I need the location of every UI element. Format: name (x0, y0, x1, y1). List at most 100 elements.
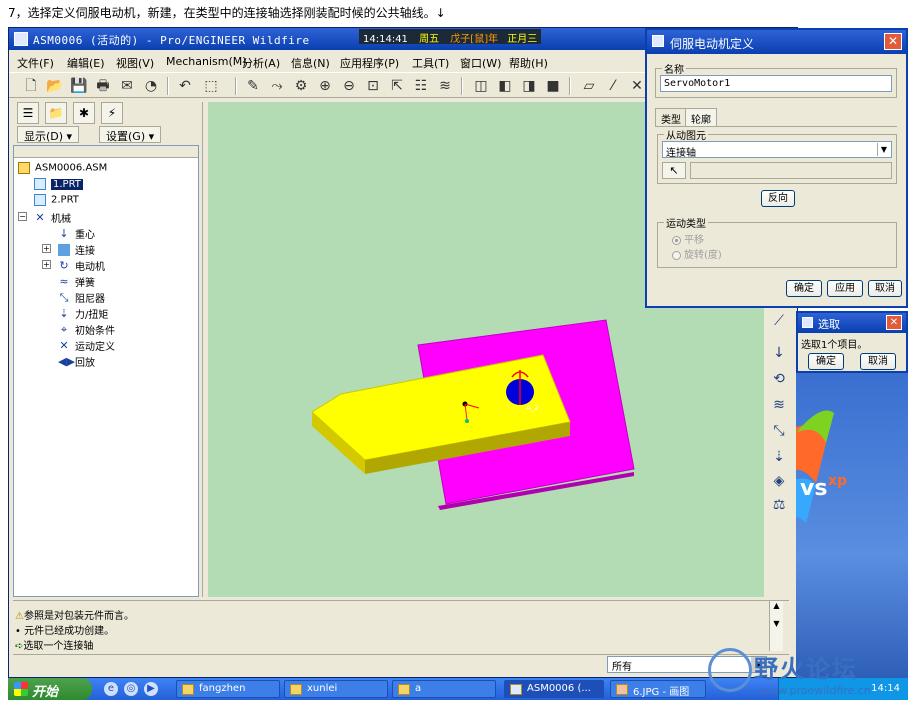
tree-item-center-of-gravity[interactable]: ↓ 重心 (58, 226, 95, 241)
cursor-select-icon[interactable]: ↖ (662, 162, 686, 179)
task-xunlei[interactable]: xunlei (284, 680, 388, 698)
select-ok-button[interactable]: 确定 (808, 353, 844, 370)
close-icon[interactable]: ✕ (884, 33, 902, 50)
display-label: 显示(D) (24, 130, 64, 143)
menu-file[interactable]: 文件(F) (17, 55, 54, 71)
motor-name-input[interactable]: ServoMotor1 (660, 75, 892, 92)
menu-help[interactable]: 帮助(H) (509, 55, 548, 71)
tree-item-analysis[interactable]: ✕ 运动定义 (58, 338, 115, 353)
undo-icon[interactable]: ↶ (175, 76, 195, 96)
expand-toggle[interactable]: + (42, 244, 51, 253)
translate-radio[interactable]: 平移 (672, 231, 704, 246)
tree-item-springs[interactable]: ≈ 弹簧 (58, 274, 95, 289)
rotate-radio[interactable]: 旋转(度) (672, 246, 722, 261)
tree-item-initial-conditions[interactable]: ⌖ 初始条件 (58, 322, 115, 337)
zoom-in-icon[interactable]: ⊕ (315, 76, 335, 96)
menu-analysis[interactable]: 分析(A) (242, 55, 280, 71)
close-icon[interactable]: ✕ (886, 315, 902, 330)
media-icon[interactable]: ▶ (144, 682, 158, 696)
datum-point-icon[interactable]: ✕ (627, 76, 647, 96)
tree-item-part1[interactable]: 1.PRT (34, 178, 83, 192)
open-folder-icon[interactable]: 📂 (45, 76, 65, 96)
ok-button[interactable]: 确定 (786, 280, 822, 297)
new-file-icon[interactable]: 🗋 (21, 76, 41, 96)
connect-icon[interactable]: ⤳ (267, 76, 287, 96)
shading-icon[interactable]: ■ (543, 76, 563, 96)
hidden-line-icon[interactable]: ◧ (495, 76, 515, 96)
apply-button[interactable]: 应用 (827, 280, 863, 297)
cancel-button[interactable]: 取消 (868, 280, 902, 297)
menu-view[interactable]: 视图(V) (116, 55, 154, 71)
reverse-button[interactable]: 反向 (761, 190, 795, 207)
collapse-toggle[interactable]: − (18, 212, 27, 221)
tab-type[interactable]: 类型 (655, 108, 687, 127)
tab-profile[interactable]: 轮廓 (685, 108, 717, 126)
sketch-icon[interactable]: ✎ (243, 76, 263, 96)
tree-item-playback[interactable]: ◀▶回放 (58, 354, 95, 369)
wireframe-icon[interactable]: ◫ (471, 76, 491, 96)
folder-browser-icon[interactable]: 📁 (45, 102, 67, 124)
select-box-icon[interactable]: ⬚ (201, 76, 221, 96)
clock-time: 14:14:41 (363, 34, 408, 45)
tree-item-part2[interactable]: 2.PRT (34, 194, 79, 208)
print-icon[interactable]: 🖶 (93, 76, 113, 96)
measure-icon[interactable]: ⟋ (769, 311, 789, 331)
regenerate-icon[interactable]: ◔ (141, 76, 161, 96)
layers-icon[interactable]: ≋ (435, 76, 455, 96)
tree-item-connections[interactable]: 连接 (58, 242, 95, 257)
initial-condition-tool-icon[interactable]: ◈ (769, 471, 789, 491)
task-asm0006[interactable]: ASM0006 (... (504, 680, 604, 698)
connections-icon[interactable]: ⚡ (101, 102, 123, 124)
network-icon[interactable]: ⚙ (291, 76, 311, 96)
datum-plane-icon[interactable]: ▱ (579, 76, 599, 96)
zoom-out-icon[interactable]: ⊖ (339, 76, 359, 96)
tree-item-motors[interactable]: ↻ 电动机 (58, 258, 105, 273)
menu-info[interactable]: 信息(N) (291, 55, 330, 71)
menu-window[interactable]: 窗口(W) (460, 55, 501, 71)
paint-icon (616, 684, 628, 695)
gravity-tool-icon[interactable]: ↓ (769, 343, 789, 363)
view-list-icon[interactable]: ☷ (411, 76, 431, 96)
tree-item-dampers[interactable]: ⤡ 阻尼器 (58, 290, 105, 305)
folder-icon (398, 684, 410, 695)
mass-property-icon[interactable]: ⚖ (769, 495, 789, 515)
toolbar-separator (235, 77, 237, 95)
zoom-fit-icon[interactable]: ⊡ (363, 76, 383, 96)
expand-toggle[interactable]: + (42, 260, 51, 269)
datum-axis-icon[interactable]: ⁄ (603, 76, 623, 96)
selected-reference-field[interactable] (690, 162, 892, 179)
task-fangzhen[interactable]: fangzhen (176, 680, 280, 698)
tree-root-item[interactable]: ASM0006.ASM (18, 162, 107, 176)
force-tool-icon[interactable]: ⇣ (769, 447, 789, 467)
message-scrollbar[interactable]: ▲ ▼ (769, 601, 783, 651)
settings-dropdown[interactable]: 设置(G) ▾ (99, 126, 162, 143)
display-dropdown[interactable]: 显示(D) ▾ (17, 126, 80, 143)
spring-tool-icon[interactable]: ≋ (769, 395, 789, 415)
initial-condition-icon: ⌖ (60, 322, 68, 336)
toolbar-separator (167, 77, 169, 95)
chevron-down-icon[interactable]: ▼ (877, 143, 890, 156)
task-paint[interactable]: 6.JPG - 画图 (610, 680, 706, 698)
favorites-icon[interactable]: ✱ (73, 102, 95, 124)
task-label: xunlei (307, 683, 338, 694)
model-tree-icon[interactable]: ☰ (17, 102, 39, 124)
servo-motor-icon[interactable]: ⟲ (769, 369, 789, 389)
save-icon[interactable]: 💾 (69, 76, 89, 96)
menu-tools[interactable]: 工具(T) (412, 55, 449, 71)
orient-icon[interactable]: ⇱ (387, 76, 407, 96)
ie-icon[interactable]: e (104, 682, 118, 696)
browser-icon[interactable]: ◎ (124, 682, 138, 696)
damper-tool-icon[interactable]: ⤡ (769, 421, 789, 441)
menu-edit[interactable]: 编辑(E) (67, 55, 105, 71)
tree-item-mechanism[interactable]: ✕ 机械 (34, 210, 71, 225)
tree-item-forces[interactable]: ⇣ 力/扭矩 (58, 306, 108, 321)
no-hidden-icon[interactable]: ◨ (519, 76, 539, 96)
select-cancel-button[interactable]: 取消 (860, 353, 896, 370)
task-a[interactable]: a (392, 680, 496, 698)
start-button[interactable]: 开始 (8, 678, 92, 700)
menu-mechanism[interactable]: Mechanism(M) (166, 55, 247, 68)
menu-applications[interactable]: 应用程序(P) (340, 55, 399, 71)
driven-entity-select[interactable]: 连接轴 ▼ (662, 141, 892, 159)
email-icon[interactable]: ✉ (117, 76, 137, 96)
driven-entity-value: 连接轴 (666, 148, 696, 159)
